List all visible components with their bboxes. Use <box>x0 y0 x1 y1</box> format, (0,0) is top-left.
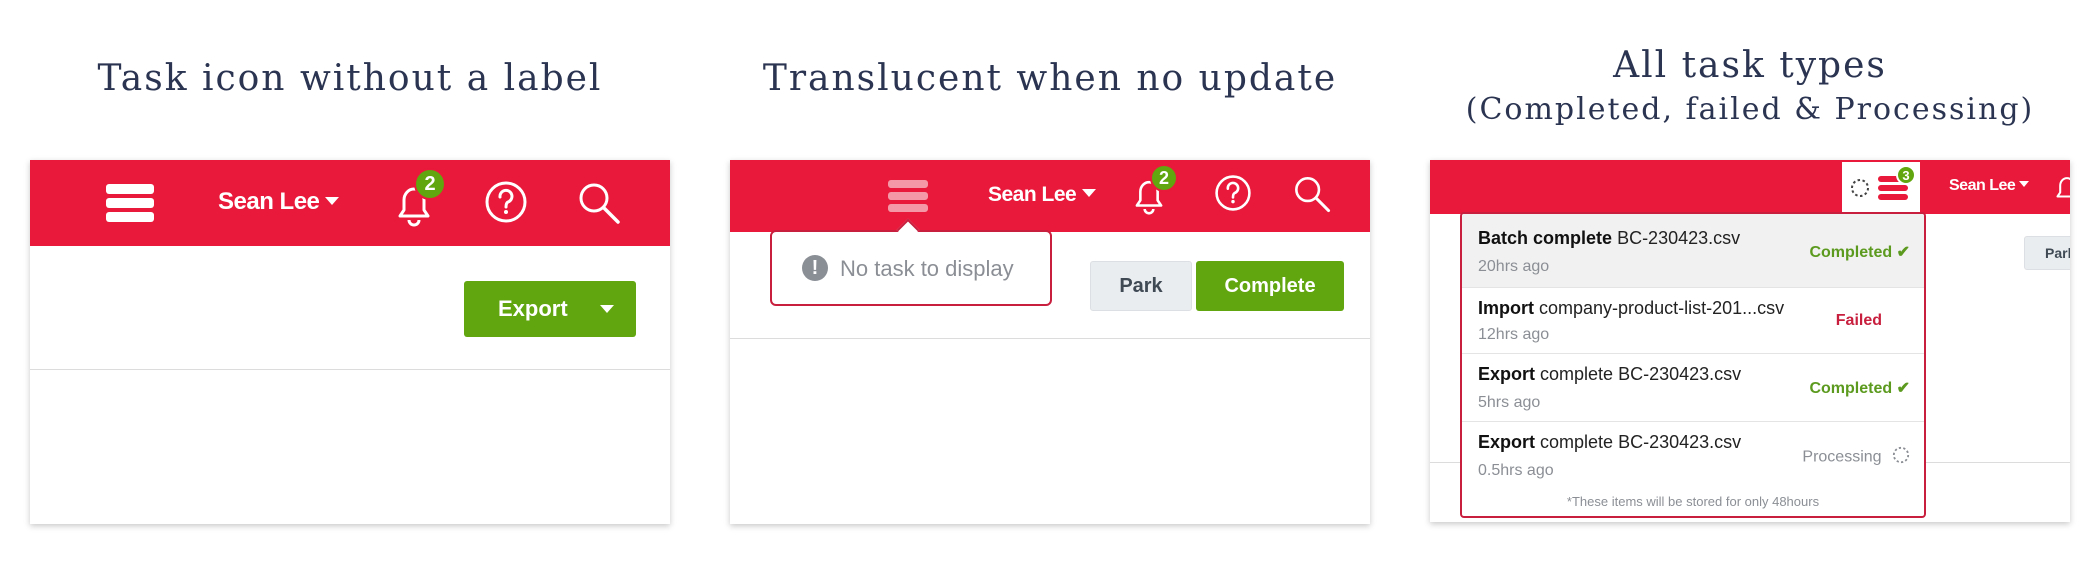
task-title: Batch complete BC-230423.csv <box>1478 228 1740 249</box>
app-header: Sean Lee 2 <box>730 160 1370 232</box>
user-menu[interactable]: Sean Lee <box>218 188 340 216</box>
task-count-badge: 3 <box>1896 165 1916 185</box>
task-action: Import <box>1478 298 1534 318</box>
park-button[interactable]: Park <box>1090 261 1192 311</box>
caret-down-icon <box>325 196 340 205</box>
task-dropdown: Batch complete BC-230423.csv 20hrs ago C… <box>1460 212 1926 518</box>
panel-translucent: Sean Lee 2 ! No task to display Park Com… <box>730 160 1370 524</box>
user-menu[interactable]: Sean Lee <box>988 183 1097 207</box>
tasks-button-active[interactable]: 3 <box>1842 162 1920 214</box>
task-status-label: Processing <box>1802 448 1882 466</box>
caption-translucent: Translucent when no update <box>762 58 1338 99</box>
task-file: complete BC-230423.csv <box>1540 432 1742 452</box>
notification-badge: 2 <box>414 168 446 200</box>
divider <box>730 338 1370 339</box>
task-time: 12hrs ago <box>1478 326 1550 343</box>
task-time: 5hrs ago <box>1478 394 1541 411</box>
user-name: Sean Lee <box>218 188 320 215</box>
caret-down-icon <box>2019 180 2030 187</box>
task-status: Failed <box>1835 312 1882 329</box>
search-icon[interactable] <box>1292 174 1332 214</box>
notification-badge: 2 <box>1150 164 1178 192</box>
empty-message: No task to display <box>840 256 1014 281</box>
warning-icon: ! <box>802 255 828 281</box>
task-title: Export complete BC-230423.csv <box>1478 364 1741 385</box>
panel-all-task-types: 3 Sean Lee Park Batch complete BC-230423… <box>1430 160 2070 522</box>
user-name: Sean Lee <box>988 183 1077 206</box>
panel-task-icon-no-label: Sean Lee 2 Export <box>30 160 670 524</box>
task-status-label: Completed <box>1809 244 1893 261</box>
caption-task-icon-without-label: Task icon without a label <box>97 58 603 99</box>
empty-tasks-popover: ! No task to display <box>770 218 1052 306</box>
task-action: Batch complete <box>1478 228 1613 248</box>
spinner-icon <box>1850 178 1870 198</box>
task-time: 0.5hrs ago <box>1478 462 1554 479</box>
task-row[interactable]: Batch complete BC-230423.csv 20hrs ago C… <box>1462 214 1924 288</box>
spinner-icon <box>1892 446 1910 469</box>
bell-icon[interactable] <box>2052 172 2070 206</box>
user-name: Sean Lee <box>1949 177 2016 194</box>
task-title: Import company-product-list-201...csv <box>1478 298 1784 319</box>
caret-down-icon[interactable] <box>600 305 614 313</box>
caption-all-task-types-subtitle: (Completed, failed & Processing) <box>1465 92 2035 127</box>
task-status: Completed ✔ <box>1809 242 1910 262</box>
task-action: Export <box>1478 432 1536 452</box>
task-file: company-product-list-201...csv <box>1539 298 1785 318</box>
task-action: Export <box>1478 364 1536 384</box>
user-menu[interactable]: Sean Lee <box>1949 177 2030 195</box>
task-time: 20hrs ago <box>1478 258 1550 275</box>
caret-down-icon <box>1082 189 1097 198</box>
tasks-icon[interactable] <box>888 180 928 212</box>
caption-all-task-types: All task types (Completed, failed & Proc… <box>1430 44 2070 132</box>
task-row[interactable]: Import company-product-list-201...csv 12… <box>1462 288 1924 354</box>
task-status: Completed ✔ <box>1809 378 1910 398</box>
divider <box>30 369 670 370</box>
help-icon[interactable] <box>484 180 528 224</box>
task-title: Export complete BC-230423.csv <box>1478 432 1741 453</box>
help-icon[interactable] <box>1214 174 1252 212</box>
retention-footnote: *These items will be stored for only 48h… <box>1566 494 1820 509</box>
check-icon: ✔ <box>1896 244 1910 261</box>
app-header: Sean Lee 2 <box>30 160 670 246</box>
export-button[interactable]: Export <box>464 281 636 337</box>
task-file: complete BC-230423.csv <box>1540 364 1742 384</box>
task-row[interactable]: Export complete BC-230423.csv 0.5hrs ago… <box>1462 422 1924 490</box>
task-file: BC-230423.csv <box>1617 228 1741 248</box>
export-label: Export <box>498 296 568 321</box>
task-status-label: Completed <box>1809 380 1893 397</box>
check-icon: ✔ <box>1896 380 1910 397</box>
task-row[interactable]: Export complete BC-230423.csv 5hrs ago C… <box>1462 354 1924 422</box>
search-icon[interactable] <box>576 180 622 226</box>
task-status: Processing <box>1802 446 1910 469</box>
complete-button[interactable]: Complete <box>1196 261 1344 311</box>
park-button[interactable]: Park <box>2024 236 2070 270</box>
app-header: 3 Sean Lee <box>1430 160 2070 214</box>
tasks-icon[interactable] <box>106 184 154 222</box>
caption-all-task-types-title: All task types <box>1613 45 1887 86</box>
